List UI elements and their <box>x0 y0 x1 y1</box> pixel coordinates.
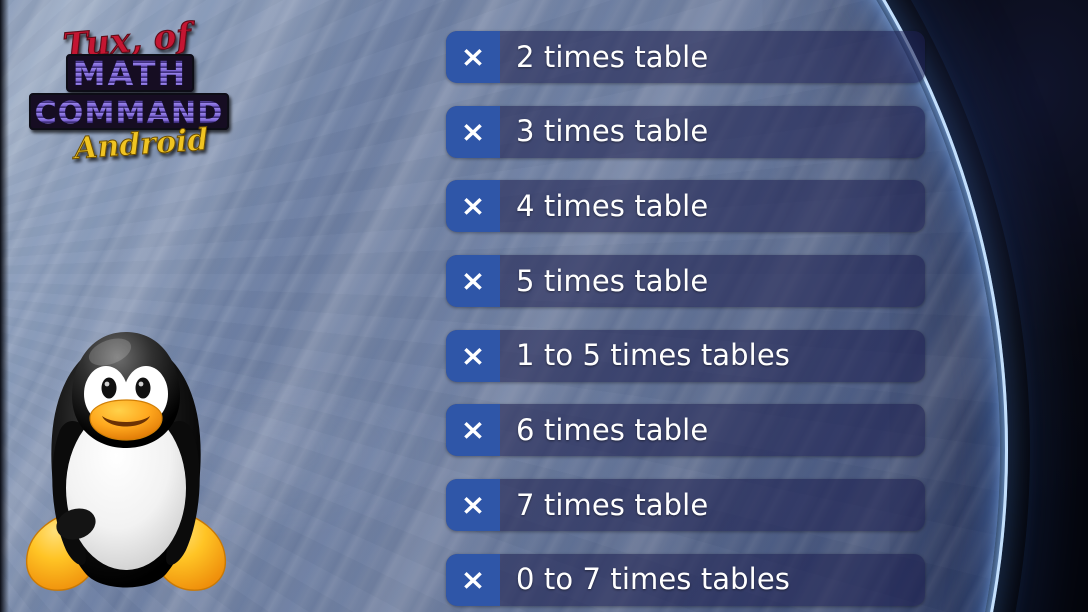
tux-penguin-mascot <box>24 318 229 612</box>
multiply-icon <box>446 329 500 382</box>
multiply-icon <box>446 553 500 606</box>
lesson-menu-item-3[interactable]: 5 times table <box>446 255 925 308</box>
lesson-menu-item-label: 0 to 7 times tables <box>516 562 790 597</box>
lesson-menu-item-label: 5 times table <box>516 263 709 298</box>
multiply-icon <box>446 105 500 158</box>
multiply-icon <box>446 255 500 308</box>
tux-eye-left-glint <box>104 381 110 387</box>
lesson-menu-item-2[interactable]: 4 times table <box>446 180 925 233</box>
lesson-menu-item-label: 2 times table <box>516 39 709 74</box>
game-screen: Tux, of MATH COMMAND Android 2 times tab… <box>0 0 1088 612</box>
left-edge-vignette <box>0 0 9 612</box>
lesson-menu-list[interactable]: 2 times table 3 times table 4 times tabl… <box>446 31 925 612</box>
game-logo: Tux, of MATH COMMAND Android <box>18 8 238 168</box>
tux-eye-right-glint <box>138 381 144 387</box>
tux-eye-left <box>101 377 117 399</box>
tux-eye-right <box>135 377 151 399</box>
multiply-icon <box>446 31 500 83</box>
lesson-menu-item-4[interactable]: 1 to 5 times tables <box>446 329 925 382</box>
lesson-menu-item-7[interactable]: 0 to 7 times tables <box>446 553 925 606</box>
lesson-menu-item-label: 7 times table <box>516 487 709 522</box>
multiply-icon <box>446 180 500 233</box>
lesson-menu-item-label: 4 times table <box>516 188 709 223</box>
lesson-menu-item-1[interactable]: 3 times table <box>446 105 925 158</box>
tux-beak <box>89 399 163 441</box>
logo-block-math: MATH <box>66 53 194 94</box>
lesson-menu-item-label: 6 times table <box>516 412 709 447</box>
multiply-icon <box>446 479 500 532</box>
lesson-menu-item-0[interactable]: 2 times table <box>446 31 925 83</box>
multiply-icon <box>446 404 500 457</box>
logo-line2-text: MATH <box>73 54 188 93</box>
lesson-menu-item-label: 1 to 5 times tables <box>516 338 790 373</box>
lesson-menu-item-label: 3 times table <box>516 114 709 149</box>
lesson-menu-item-6[interactable]: 7 times table <box>446 479 925 532</box>
lesson-menu-item-5[interactable]: 6 times table <box>446 404 925 457</box>
